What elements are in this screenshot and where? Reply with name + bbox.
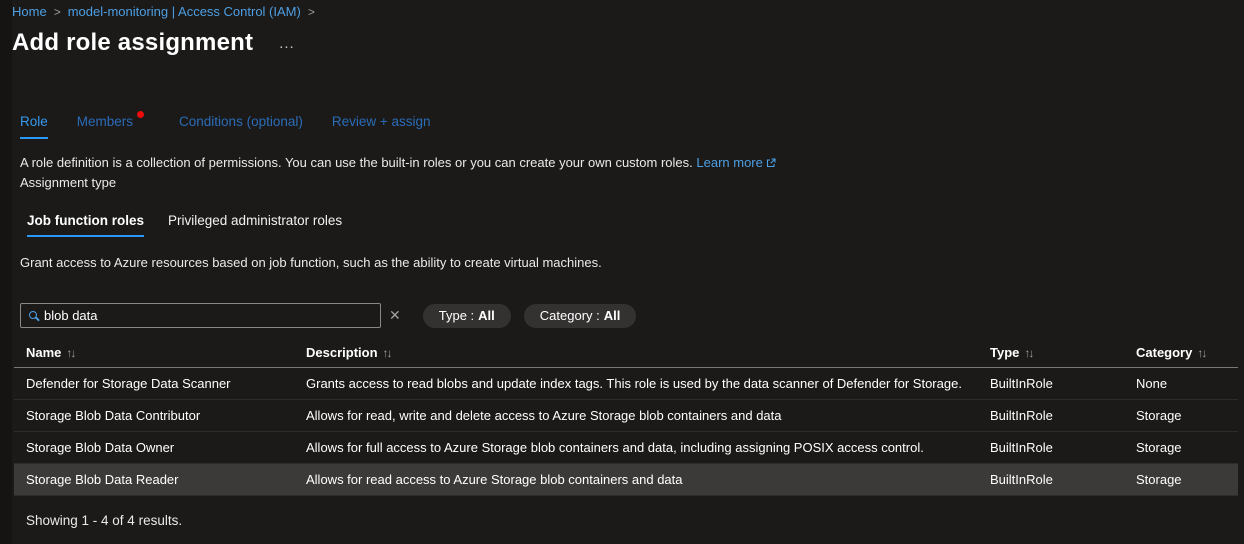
table-row[interactable]: Defender for Storage Data Scanner Grants… [14,368,1238,400]
role-name: Storage Blob Data Reader [26,472,306,487]
category-filter-label: Category : [540,308,600,323]
role-type: BuiltInRole [990,472,1136,487]
learn-more-link[interactable]: Learn more [696,155,775,170]
active-tab-underline [27,235,144,237]
search-input[interactable] [44,308,374,323]
assignment-type-label: Assignment type [20,175,116,190]
role-definition-description: A role definition is a collection of per… [20,155,776,170]
wizard-tabs: Role Members Conditions (optional) Revie… [20,114,460,139]
page-title: Add role assignment [12,29,253,57]
role-definition-text: A role definition is a collection of per… [20,155,693,170]
column-header-category[interactable]: Category ↑↓ [1136,345,1238,360]
type-filter-value: All [478,308,495,323]
role-description: Allows for read access to Azure Storage … [306,472,990,487]
role-type-tabs: Job function roles Privileged administra… [27,213,366,237]
role-category: None [1136,376,1238,391]
tab-members-label: Members [77,114,133,129]
role-type: BuiltInRole [990,408,1136,423]
search-icon [29,311,37,319]
search-filter-bar: ✕ Type : All Category : All [20,303,636,328]
table-row-selected[interactable]: Storage Blob Data Reader Allows for read… [14,464,1238,496]
search-box[interactable] [20,303,381,328]
tab-job-function-roles-label: Job function roles [27,213,144,228]
tab-review-assign-label: Review + assign [332,114,431,129]
category-filter-value: All [604,308,621,323]
tab-job-function-roles[interactable]: Job function roles [27,213,144,237]
breadcrumb: Home > model-monitoring | Access Control… [12,4,315,19]
sort-icon[interactable]: ↑↓ [383,346,391,360]
results-count: Showing 1 - 4 of 4 results. [26,513,182,528]
column-header-description-label: Description [306,345,378,360]
role-name: Storage Blob Data Owner [26,440,306,455]
tab-privileged-administrator-roles-label: Privileged administrator roles [168,213,342,228]
active-tab-underline [20,137,48,139]
tab-review-assign[interactable]: Review + assign [332,114,431,139]
column-header-description[interactable]: Description ↑↓ [306,345,990,360]
breadcrumb-home-link[interactable]: Home [12,4,47,19]
breadcrumb-resource-link[interactable]: model-monitoring | Access Control (IAM) [68,4,301,19]
category-filter-pill[interactable]: Category : All [524,304,637,328]
column-header-type[interactable]: Type ↑↓ [990,345,1136,360]
role-category: Storage [1136,440,1238,455]
column-header-name[interactable]: Name ↑↓ [26,345,306,360]
role-name: Defender for Storage Data Scanner [26,376,306,391]
type-filter-label: Type : [439,308,474,323]
page-left-margin [0,0,12,544]
column-header-type-label: Type [990,345,1019,360]
tab-role-label: Role [20,114,48,129]
column-header-name-label: Name [26,345,61,360]
role-type: BuiltInRole [990,440,1136,455]
table-body: Defender for Storage Data Scanner Grants… [14,368,1238,496]
table-header-row: Name ↑↓ Description ↑↓ Type ↑↓ Category ↑↓ [14,337,1238,368]
grant-access-description: Grant access to Azure resources based on… [20,255,602,270]
more-actions-icon[interactable]: ... [279,35,295,52]
table-row[interactable]: Storage Blob Data Owner Allows for full … [14,432,1238,464]
chevron-right-icon: > [54,5,61,19]
role-name: Storage Blob Data Contributor [26,408,306,423]
type-filter-pill[interactable]: Type : All [423,304,511,328]
role-description: Allows for full access to Azure Storage … [306,440,990,455]
tab-role[interactable]: Role [20,114,48,139]
clear-search-icon[interactable]: ✕ [389,307,401,324]
role-description: Allows for read, write and delete access… [306,408,990,423]
column-header-category-label: Category [1136,345,1192,360]
chevron-right-icon: > [308,5,315,19]
table-row[interactable]: Storage Blob Data Contributor Allows for… [14,400,1238,432]
role-description: Grants access to read blobs and update i… [306,376,990,391]
sort-icon[interactable]: ↑↓ [1024,346,1032,360]
role-type: BuiltInRole [990,376,1136,391]
role-category: Storage [1136,408,1238,423]
tab-conditions-label: Conditions (optional) [179,114,303,129]
role-category: Storage [1136,472,1238,487]
tab-members[interactable]: Members [77,114,133,139]
tab-conditions[interactable]: Conditions (optional) [179,114,303,139]
learn-more-label: Learn more [696,155,762,170]
sort-icon[interactable]: ↑↓ [1197,346,1205,360]
page-header: Add role assignment ... [12,29,295,57]
sort-icon[interactable]: ↑↓ [66,346,74,360]
members-alert-dot-icon [137,111,144,118]
roles-table: Name ↑↓ Description ↑↓ Type ↑↓ Category ↑↓ D… [14,337,1238,496]
external-link-icon [766,158,776,168]
tab-privileged-administrator-roles[interactable]: Privileged administrator roles [168,213,342,237]
